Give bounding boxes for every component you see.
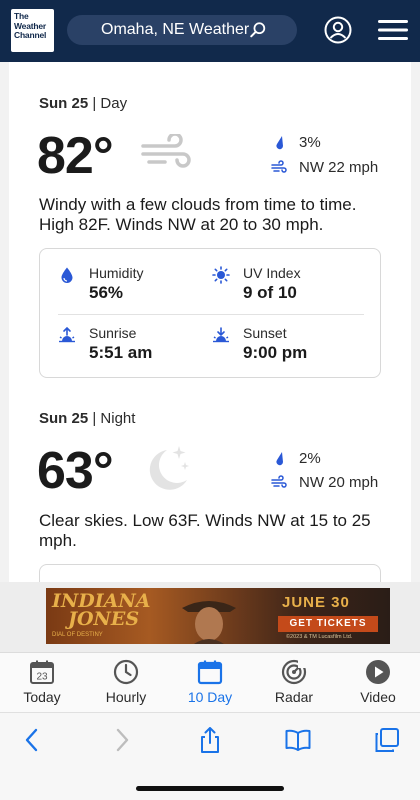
- day-temperature: 82°: [37, 127, 114, 185]
- share-icon[interactable]: [197, 727, 223, 753]
- ad-banner[interactable]: INDIANA JONES DIAL OF DESTINY JUNE 30 GE…: [46, 588, 390, 644]
- night-description: Clear skies. Low 63F. Winds NW at 15 to …: [39, 511, 371, 550]
- ad-title: INDIANA JONES: [52, 592, 150, 630]
- sunset-label: Sunset: [243, 325, 287, 341]
- wind-small-icon: [271, 160, 287, 173]
- day-precip-chance: 3%: [299, 134, 321, 151]
- play-circle-icon: [366, 660, 390, 684]
- tabs-icon[interactable]: [374, 727, 400, 753]
- humidity-drop-icon: [61, 267, 73, 283]
- night-period: | Night: [88, 410, 136, 427]
- bottom-tab-bar: 23 Today Hourly 10 Day Radar Video: [0, 652, 420, 712]
- tab-hourly[interactable]: Hourly: [84, 653, 168, 713]
- back-chevron-icon[interactable]: [19, 727, 45, 753]
- tab-today-label: Today: [23, 689, 61, 705]
- day-date: Sun 25: [39, 95, 89, 112]
- hamburger-menu-icon[interactable]: [378, 20, 408, 40]
- sunset-value: 9:00 pm: [243, 343, 308, 362]
- tab-10-day[interactable]: 10 Day: [168, 653, 252, 713]
- logo-text-line3: Channel: [14, 30, 47, 40]
- sunrise-label: Sunrise: [89, 325, 137, 341]
- ad-hero-image: [182, 601, 236, 644]
- night-precip-chance: 2%: [299, 450, 321, 467]
- forward-chevron-icon[interactable]: [109, 727, 135, 753]
- night-date: Sun 25: [39, 410, 89, 427]
- tab-hourly-label: Hourly: [105, 689, 147, 705]
- tab-radar-label: Radar: [274, 689, 314, 705]
- tab-video[interactable]: Video: [336, 653, 420, 713]
- tab-today[interactable]: 23 Today: [0, 653, 84, 713]
- location-search[interactable]: Omaha, NE Weather: [67, 15, 297, 45]
- forecast-card: Sun 25 | Day 82° 3% NW 22 mph Windy with…: [9, 62, 411, 582]
- sunset-icon: [213, 327, 229, 343]
- humidity-value: 56%: [89, 283, 124, 302]
- clock-icon: [113, 659, 139, 685]
- sunrise-value: 5:51 am: [89, 343, 153, 362]
- raindrop-icon: [276, 136, 283, 150]
- wind-small-icon: [271, 475, 287, 488]
- uv-sun-icon: [212, 266, 230, 284]
- bookmarks-icon[interactable]: [285, 727, 311, 753]
- svg-text:23: 23: [36, 672, 48, 683]
- day-details-panel: Humidity 56% UV Index 9 of 10 Sunrise 5:…: [39, 248, 381, 378]
- profile-icon[interactable]: [324, 16, 352, 44]
- home-indicator: [136, 786, 284, 791]
- details-divider: [58, 314, 364, 315]
- search-icon: [250, 22, 266, 38]
- tab-radar[interactable]: Radar: [252, 653, 336, 713]
- night-details-panel: [39, 564, 381, 582]
- humidity-label: Humidity: [89, 265, 144, 281]
- ad-release-date: JUNE 30: [282, 594, 350, 611]
- tab-10-day-label: 10 Day: [187, 689, 233, 705]
- browser-toolbar: [0, 712, 420, 800]
- night-wind: NW 20 mph: [299, 474, 379, 491]
- sunrise-icon: [59, 326, 75, 343]
- ad-fine-print: ©2023 & TM Lucasfilm Ltd.: [286, 634, 353, 640]
- calendar-icon: [197, 660, 223, 685]
- get-tickets-button[interactable]: GET TICKETS: [278, 616, 378, 632]
- raindrop-icon: [276, 452, 283, 466]
- ad-title-line2: JONES: [68, 608, 140, 630]
- night-temperature: 63°: [37, 442, 114, 500]
- calendar-day-icon: 23: [30, 660, 54, 684]
- app-header: The Weather Channel Omaha, NE Weather: [0, 0, 420, 62]
- night-period-label: Sun 25 | Night: [39, 410, 135, 427]
- wind-icon: [141, 134, 191, 168]
- uv-index-value: 9 of 10: [243, 283, 297, 302]
- day-period-label: Sun 25 | Day: [39, 95, 127, 112]
- ad-strip: INDIANA JONES DIAL OF DESTINY JUNE 30 GE…: [0, 582, 420, 652]
- day-description: Windy with a few clouds from time to tim…: [39, 195, 357, 234]
- location-search-text: Omaha, NE Weather: [101, 21, 250, 38]
- ad-subtitle: DIAL OF DESTINY: [52, 632, 103, 638]
- tab-video-label: Video: [360, 689, 396, 705]
- weather-channel-logo[interactable]: The Weather Channel: [11, 9, 54, 52]
- day-period: | Day: [88, 95, 128, 112]
- uv-index-label: UV Index: [243, 265, 301, 281]
- moon-stars-icon: [149, 446, 189, 490]
- forecast-content: Sun 25 | Day 82° 3% NW 22 mph Windy with…: [0, 62, 420, 582]
- day-wind: NW 22 mph: [299, 159, 379, 176]
- radar-icon: [281, 659, 307, 685]
